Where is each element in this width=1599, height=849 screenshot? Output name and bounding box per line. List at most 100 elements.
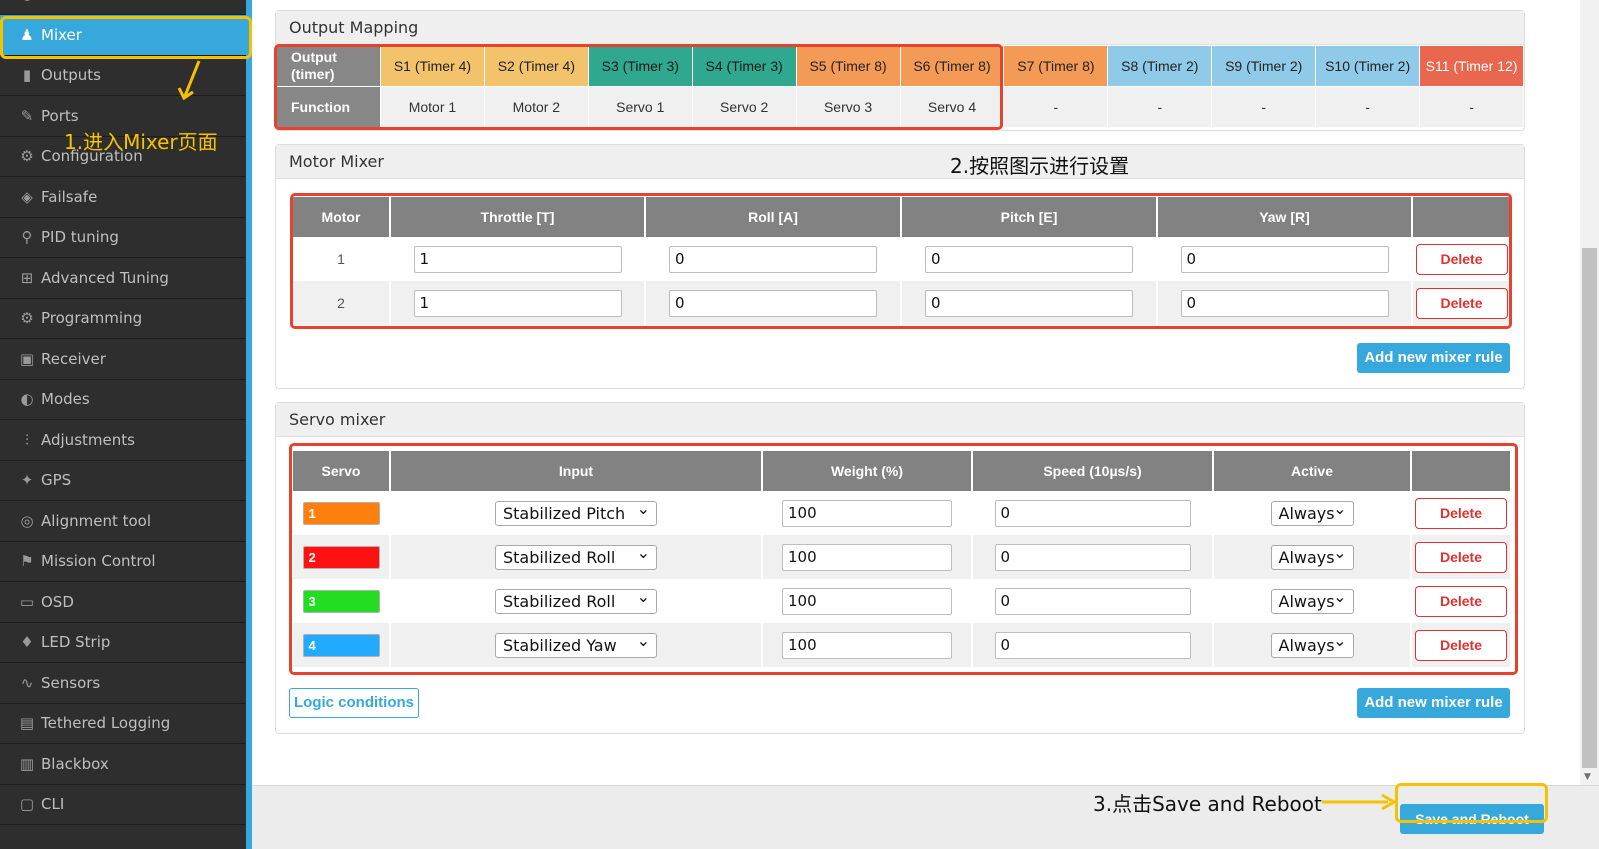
pitch-input[interactable]: 0 (925, 289, 1133, 317)
delete-motor-rule-button[interactable]: Delete (1415, 243, 1508, 275)
ports-icon: ✎ (20, 106, 34, 125)
servo-number-cell: 4 (293, 623, 391, 667)
pitch-input[interactable]: 0 (925, 245, 1133, 273)
servo-mixer-row: 4 Stabilized Yaw ⌄ 100 0 Always ⌄ Delete (293, 623, 1510, 667)
motor-mixer-header-row: Motor Throttle [T] Roll [A] Pitch [E] Yaw [R… (293, 197, 1510, 237)
add-servo-mixer-rule-button[interactable]: Add new mixer rule (1357, 688, 1510, 718)
servo-delete-cell: Delete (1411, 491, 1510, 535)
delete-motor-rule-button[interactable]: Delete (1415, 287, 1508, 319)
sidebar-item-advanced-tuning[interactable]: ⊞ Advanced Tuning (0, 258, 246, 299)
servo-weight-cell: 100 (762, 535, 973, 579)
sidebar-item-label: Blackbox (41, 754, 109, 773)
roll-input[interactable]: 0 (669, 289, 877, 317)
sidebar-item-mission-control[interactable]: ⚑ Mission Control (0, 541, 246, 582)
sidebar-item-receiver[interactable]: ▣ Receiver (0, 339, 246, 380)
function-cell: Motor 2 (483, 86, 589, 128)
active-select-value: Always (1278, 547, 1335, 567)
input-select-value: Stabilized Pitch (503, 503, 626, 523)
servo-number-cell: 2 (293, 535, 391, 579)
sidebar-item-outputs[interactable]: ▮ Outputs (0, 55, 246, 96)
sidebar-item-mixer[interactable]: ♟ Mixer (0, 14, 246, 56)
weight-input[interactable]: 100 (782, 631, 952, 659)
roll-input[interactable]: 0 (669, 245, 877, 273)
logic-conditions-button[interactable]: Logic conditions (289, 688, 419, 718)
input-select-value: Stabilized Roll (503, 591, 616, 611)
sidebar-item-failsafe[interactable]: ◈ Failsafe (0, 177, 246, 218)
main-content: Output Mapping Output (timer) S1 (Timer … (252, 0, 1599, 849)
advanced-tuning-icon: ⊞ (20, 268, 34, 287)
chevron-down-icon: ⌄ (636, 630, 650, 650)
input-select[interactable]: Stabilized Roll ⌄ (495, 587, 657, 614)
weight-input[interactable]: 100 (782, 587, 952, 615)
servo-mixer-header-row: Servo Input Weight (%) Speed (10µs/s) Active (293, 451, 1510, 491)
alignment-tool-icon: ◎ (20, 511, 34, 530)
add-motor-mixer-rule-button[interactable]: Add new mixer rule (1357, 343, 1510, 373)
weight-input[interactable]: 100 (782, 499, 952, 527)
active-select[interactable]: Always ⌄ (1270, 499, 1354, 526)
sidebar-item-tethered-logging[interactable]: ▤ Tethered Logging (0, 703, 246, 744)
speed-input[interactable]: 0 (994, 587, 1191, 615)
sidebar-item-alignment-tool[interactable]: ◎ Alignment tool (0, 501, 246, 542)
yaw-input[interactable]: 0 (1180, 245, 1389, 273)
servo-number-cell: 1 (293, 491, 391, 535)
servo-col-header: Servo (293, 451, 391, 491)
output-cell: S9 (Timer 2) (1211, 45, 1317, 87)
save-and-reboot-button[interactable]: Save and Reboot (1400, 804, 1544, 834)
yaw-input[interactable]: 0 (1180, 289, 1389, 317)
speed-input[interactable]: 0 (994, 631, 1191, 659)
output-cell: S7 (Timer 8) (1003, 45, 1109, 87)
output-mapping-title: Output Mapping (276, 11, 1524, 45)
motor-col-header: Motor (293, 197, 391, 237)
sidebar-item-programming[interactable]: ⚙ Programming (0, 298, 246, 339)
active-select[interactable]: Always ⌄ (1270, 587, 1354, 614)
input-select[interactable]: Stabilized Roll ⌄ (495, 543, 657, 570)
annotation-arrow-down-icon (177, 58, 203, 102)
sidebar-item-cli[interactable]: ▢ CLI (0, 784, 246, 825)
motor-delete-cell: Delete (1412, 281, 1510, 325)
sidebar-item-blackbox[interactable]: ▥ Blackbox (0, 744, 246, 785)
weight-input[interactable]: 100 (782, 543, 952, 571)
throttle-input[interactable]: 1 (413, 289, 622, 317)
scrollbar-thumb[interactable] (1582, 248, 1597, 768)
input-select[interactable]: Stabilized Yaw ⌄ (495, 631, 657, 658)
delete-servo-rule-button[interactable]: Delete (1415, 629, 1507, 661)
speed-input[interactable]: 0 (994, 499, 1191, 527)
motor-col-header: Roll [A] (645, 197, 902, 237)
function-cell: - (1419, 86, 1524, 128)
input-select[interactable]: Stabilized Pitch ⌄ (495, 499, 657, 526)
sidebar-item-label: Mixer (41, 25, 82, 44)
sidebar-item-led-strip[interactable]: ♦ LED Strip (0, 622, 246, 663)
sidebar-item-adjustments[interactable]: ⫶ Adjustments (0, 420, 246, 461)
servo-mixer-row: 2 Stabilized Roll ⌄ 100 0 Always ⌄ Delete (293, 535, 1510, 579)
sidebar-item-sensors[interactable]: ∿ Sensors (0, 663, 246, 704)
scroll-down-arrow-icon[interactable]: ▼ (1584, 772, 1591, 782)
sidebar-item-label: OSD (41, 592, 74, 611)
function-cell: Servo 1 (587, 86, 693, 128)
sidebar-item-gps[interactable]: ✦ GPS (0, 460, 246, 501)
delete-servo-rule-button[interactable]: Delete (1415, 497, 1507, 529)
sidebar-item-label: Failsafe (41, 187, 98, 206)
sidebar-item-modes[interactable]: ◐ Modes (0, 379, 246, 420)
servo-mixer-row: 1 Stabilized Pitch ⌄ 100 0 Always ⌄ Delete (293, 491, 1510, 535)
active-select[interactable]: Always ⌄ (1270, 543, 1354, 570)
active-select[interactable]: Always ⌄ (1270, 631, 1354, 658)
cli-icon: ▢ (19, 795, 35, 813)
output-cell: S6 (Timer 8) (899, 45, 1005, 87)
motor-mixer-title: Motor Mixer (276, 145, 1524, 179)
servo-speed-cell: 0 (972, 491, 1214, 535)
motor-pitch-cell: 0 (901, 281, 1158, 325)
function-cell: - (1211, 86, 1317, 128)
chevron-down-icon: ⌄ (636, 542, 650, 562)
throttle-input[interactable]: 1 (413, 245, 622, 273)
speed-input[interactable]: 0 (994, 543, 1191, 571)
sidebar-item-label: LED Strip (41, 633, 111, 651)
vertical-scrollbar[interactable]: ▼ (1580, 0, 1599, 785)
delete-servo-rule-button[interactable]: Delete (1415, 541, 1507, 573)
sidebar-item-label: Modes (41, 390, 90, 408)
delete-servo-rule-button[interactable]: Delete (1415, 585, 1507, 617)
sidebar-item-osd[interactable]: ▭ OSD (0, 582, 246, 623)
sidebar-item-pid-tuning[interactable]: ⚲ PID tuning (0, 217, 246, 258)
servo-color-swatch: 4 (302, 633, 380, 657)
servo-input-cell: Stabilized Roll ⌄ (390, 535, 763, 579)
sidebar-item-calibration[interactable]: ◉Calibration (0, 0, 246, 15)
